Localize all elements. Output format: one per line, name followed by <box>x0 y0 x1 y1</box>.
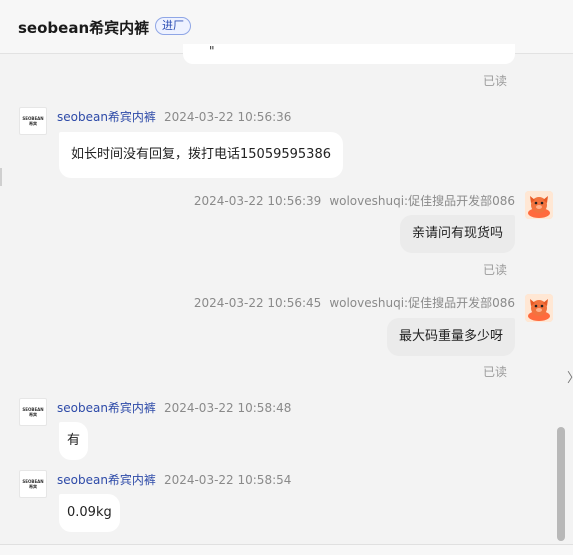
shop-avatar[interactable]: SEOBEAN 希宾 <box>19 398 47 426</box>
message-bubble: 如长时间没有回复，拨打电话15059595386 <box>59 132 343 178</box>
message-meta: 2024-03-22 10:56:39 woloveshuqi:促佳搜品开发部08… <box>194 192 515 209</box>
scrollbar-thumb[interactable] <box>557 427 565 541</box>
user-avatar[interactable] <box>525 294 553 322</box>
shop-avatar[interactable]: SEOBEAN 希宾 <box>19 470 47 498</box>
message-bubble: 有 <box>59 422 89 460</box>
message-time: 2024-03-22 10:56:39 <box>193 194 322 208</box>
chat-title: seobean希宾内裤 <box>18 19 150 37</box>
read-status: 已读 <box>482 263 507 277</box>
message-meta: 2024-03-22 10:56:45 woloveshuqi:促佳搜品开发部08… <box>194 294 515 311</box>
sender-name[interactable]: seobean希宾内裤 <box>57 473 156 487</box>
message-text: 最大码重量多少呀 <box>398 329 503 344</box>
enter-shop-badge[interactable]: 进厂 <box>155 17 191 35</box>
sender-name[interactable]: woloveshuqi:促佳搜品开发部086 <box>329 296 515 310</box>
message-bubble: 亲请问有现货吗 <box>399 215 515 253</box>
user-avatar[interactable] <box>525 191 553 219</box>
read-status: 已读 <box>482 74 507 88</box>
pig-avatar-icon <box>525 191 553 219</box>
message-text: 如长时间没有回复，拨打电话15059595386 <box>71 147 331 162</box>
shop-logo-text: SEOBEAN 希宾 <box>22 407 44 417</box>
message-meta: seobean希宾内裤 2024-03-22 10:58:48 <box>57 399 291 416</box>
message-meta: seobean希宾内裤 2024-03-22 10:56:36 <box>57 108 291 125</box>
edge-marker <box>0 168 2 186</box>
shop-logo-text: SEOBEAN 希宾 <box>22 479 44 489</box>
expand-arrow-icon[interactable]: 〉 <box>567 367 573 386</box>
message-text: 有 <box>67 433 81 448</box>
message-text: 0.09kg <box>67 505 112 520</box>
message-time: 2024-03-22 10:58:54 <box>163 473 292 487</box>
message-bubble: 0.09kg <box>59 494 120 532</box>
input-area-edge <box>0 544 573 555</box>
previous-message-text: " <box>209 44 214 58</box>
message-time: 2024-03-22 10:58:48 <box>163 401 292 415</box>
sender-name[interactable]: seobean希宾内裤 <box>57 401 156 415</box>
message-meta: seobean希宾内裤 2024-03-22 10:58:54 <box>57 471 291 488</box>
message-time: 2024-03-22 10:56:36 <box>163 110 292 124</box>
previous-message-bubble: " <box>183 44 515 64</box>
message-time: 2024-03-22 10:56:45 <box>193 296 322 310</box>
shop-avatar[interactable]: SEOBEAN 希宾 <box>19 107 47 135</box>
sender-name[interactable]: seobean希宾内裤 <box>57 110 156 124</box>
message-bubble: 最大码重量多少呀 <box>386 318 515 356</box>
pig-avatar-icon <box>525 294 553 322</box>
message-text: 亲请问有现货吗 <box>411 226 503 241</box>
sender-name[interactable]: woloveshuqi:促佳搜品开发部086 <box>329 194 515 208</box>
shop-logo-text: SEOBEAN 希宾 <box>22 116 44 126</box>
read-status: 已读 <box>482 365 507 379</box>
